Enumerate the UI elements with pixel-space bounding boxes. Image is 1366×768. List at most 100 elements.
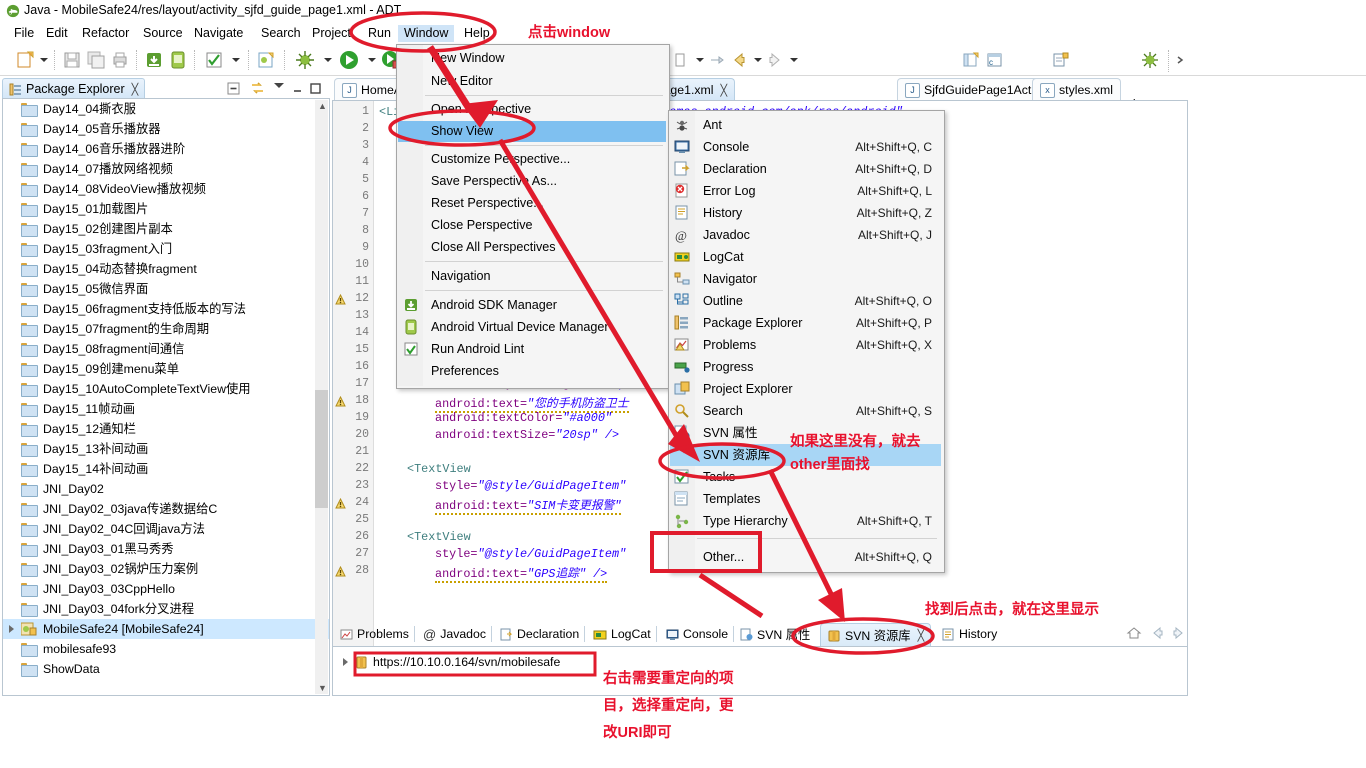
forward-icon[interactable] (1170, 625, 1186, 641)
warning-icon[interactable] (335, 497, 346, 509)
svn-repository-url[interactable]: https://10.10.0.164/svn/mobilesafe (373, 655, 560, 669)
tree-item[interactable]: JNI_Day03_01黑马秀秀 (3, 539, 329, 559)
tree-item[interactable]: Day15_10AutoCompleteTextView使用 (3, 379, 329, 399)
editor-tab-styles-xml[interactable]: x styles.xml (1032, 78, 1121, 101)
tree-item[interactable]: Day15_04动态替换fragment (3, 259, 329, 279)
team-synch-icon[interactable] (1052, 49, 1070, 71)
view-tab-javadoc[interactable]: @ Javadoc (417, 623, 493, 645)
tree-item[interactable]: JNI_Day02 (3, 479, 329, 499)
menu-item-android-sdk-manager[interactable]: Android SDK Manager (398, 295, 666, 316)
menu-item-close-all-perspectives[interactable]: Close All Perspectives (398, 237, 666, 258)
scroll-down-button[interactable]: ▼ (315, 680, 328, 694)
last-edit-location-icon[interactable] (708, 49, 726, 71)
tree-item[interactable]: mobilesafe93 (3, 639, 329, 659)
scroll-up-button[interactable]: ▲ (315, 100, 328, 114)
run-icon[interactable] (338, 49, 360, 71)
tab-package-explorer[interactable]: Package Explorer ╳ (2, 78, 146, 99)
warning-icon[interactable] (335, 395, 346, 407)
menu-edit[interactable]: Edit (40, 25, 74, 42)
android-sdk-manager-icon[interactable] (144, 49, 164, 71)
show-view-item-package-explorer[interactable]: Package Explorer Alt+Shift+Q, P (670, 312, 941, 334)
menu-item-reset-perspective[interactable]: Reset Perspective... (398, 193, 666, 214)
lint-check-icon[interactable] (204, 49, 224, 71)
run-dropdown-arrow[interactable] (368, 58, 376, 62)
tree-item[interactable]: Day14_04撕衣服 (3, 99, 329, 119)
menu-item-android-virtual-device-manager[interactable]: Android Virtual Device Manager (398, 317, 666, 338)
package-explorer-scrollbar[interactable]: ▲ ▼ (315, 100, 328, 694)
tree-item[interactable]: Day15_12通知栏 (3, 419, 329, 439)
back-icon[interactable] (730, 49, 748, 71)
debug-icon[interactable] (294, 49, 316, 71)
link-with-editor-icon[interactable] (250, 81, 265, 96)
menu-item-new-editor[interactable]: New Editor (398, 71, 666, 92)
tree-item[interactable]: JNI_Day03_02锅炉压力案例 (3, 559, 329, 579)
show-view-item-history[interactable]: History Alt+Shift+Q, Z (670, 202, 941, 224)
menu-item-customize-perspective[interactable]: Customize Perspective... (398, 149, 666, 170)
forward-dropdown-arrow[interactable] (790, 58, 798, 62)
tree-item[interactable]: Day15_02创建图片副本 (3, 219, 329, 239)
menu-item-close-perspective[interactable]: Close Perspective (398, 215, 666, 236)
show-view-item-problems[interactable]: Problems Alt+Shift+Q, X (670, 334, 941, 356)
show-view-item-project-explorer[interactable]: Project Explorer (670, 378, 941, 400)
toolbar-overflow-icon[interactable] (1174, 49, 1188, 71)
close-icon[interactable]: ╳ (721, 84, 728, 97)
tree-item[interactable]: Day15_06fragment支持低版本的写法 (3, 299, 329, 319)
print-icon[interactable] (110, 49, 130, 71)
new-wizard-icon[interactable] (14, 49, 36, 71)
tree-item[interactable]: Day14_06音乐播放器进阶 (3, 139, 329, 159)
view-tab-history[interactable]: History (936, 623, 1003, 645)
back-dropdown-arrow[interactable] (754, 58, 762, 62)
tree-item[interactable]: Day15_01加载图片 (3, 199, 329, 219)
tree-item[interactable]: JNI_Day02_04C回调java方法 (3, 519, 329, 539)
menu-file[interactable]: File (8, 25, 40, 42)
menu-item-preferences[interactable]: Preferences (398, 361, 666, 382)
expand-arrow-icon[interactable] (9, 625, 14, 633)
show-view-item-declaration[interactable]: Declaration Alt+Shift+Q, D (670, 158, 941, 180)
menu-item-navigation[interactable]: Navigation (398, 266, 666, 287)
view-menu-icon[interactable] (274, 83, 284, 88)
close-icon[interactable]: ╳ (918, 629, 925, 642)
warning-icon[interactable] (335, 293, 346, 305)
back-icon[interactable] (1150, 625, 1166, 641)
show-view-item-progress[interactable]: Progress (670, 356, 941, 378)
menu-item-open-perspective[interactable]: Open Perspective (398, 99, 666, 120)
tree-item[interactable]: Day15_03fragment入门 (3, 239, 329, 259)
menu-run[interactable]: Run (362, 25, 397, 42)
tree-item[interactable]: JNI_Day03_04fork分叉进程 (3, 599, 329, 619)
cpp-perspective-icon[interactable]: c (986, 49, 1004, 71)
package-explorer-tree[interactable]: Day14_04撕衣服 Day14_05音乐播放器 Day14_06音乐播放器进阶 D… (2, 98, 330, 696)
menu-search[interactable]: Search (255, 25, 307, 42)
show-view-item-javadoc[interactable]: Javadoc Alt+Shift+Q, J (670, 224, 941, 246)
menu-refactor[interactable]: Refactor (76, 25, 135, 42)
menu-navigate[interactable]: Navigate (188, 25, 249, 42)
menu-project[interactable]: Project (306, 25, 357, 42)
show-view-item-search[interactable]: Search Alt+Shift+Q, S (670, 400, 941, 422)
debug-perspective-icon[interactable] (1140, 49, 1160, 71)
svn-repository-row[interactable]: https://10.10.0.164/svn/mobilesafe (343, 653, 560, 671)
menu-item-save-perspective-as[interactable]: Save Perspective As... (398, 171, 666, 192)
tree-item[interactable]: JNI_Day02_03java传递数据给C (3, 499, 329, 519)
home-icon[interactable] (1126, 625, 1142, 641)
tree-item[interactable]: Day15_09创建menu菜单 (3, 359, 329, 379)
open-type-icon[interactable] (672, 49, 688, 71)
save-all-icon[interactable] (86, 49, 106, 71)
tree-item[interactable]: Day15_08fragment间通信 (3, 339, 329, 359)
android-avd-manager-icon[interactable] (168, 49, 188, 71)
scrollbar-thumb[interactable] (315, 390, 328, 508)
debug-dropdown-arrow[interactable] (324, 58, 332, 62)
show-view-item-outline[interactable]: Outline Alt+Shift+Q, O (670, 290, 941, 312)
window-dropdown-menu[interactable]: New Window New Editor Open Perspective S… (396, 44, 670, 389)
expand-arrow-icon[interactable] (343, 658, 348, 666)
show-view-item-navigator[interactable]: Navigator (670, 268, 941, 290)
tree-item[interactable]: JNI_Day03_03CppHello (3, 579, 329, 599)
svn-repository-view[interactable]: https://10.10.0.164/svn/mobilesafe (332, 646, 1188, 696)
show-view-item-console[interactable]: Console Alt+Shift+Q, C (670, 136, 941, 158)
menu-source[interactable]: Source (137, 25, 189, 42)
show-view-item-other[interactable]: Other... Alt+Shift+Q, Q (670, 546, 941, 568)
tree-item[interactable]: Day15_07fragment的生命周期 (3, 319, 329, 339)
minimize-icon[interactable] (290, 81, 305, 96)
new-android-project-icon[interactable] (256, 49, 276, 71)
open-perspective-icon[interactable] (962, 49, 980, 71)
view-tab-svn-repository[interactable]: SVN 资源库 ╳ (820, 623, 932, 646)
show-view-item-logcat[interactable]: LogCat (670, 246, 941, 268)
